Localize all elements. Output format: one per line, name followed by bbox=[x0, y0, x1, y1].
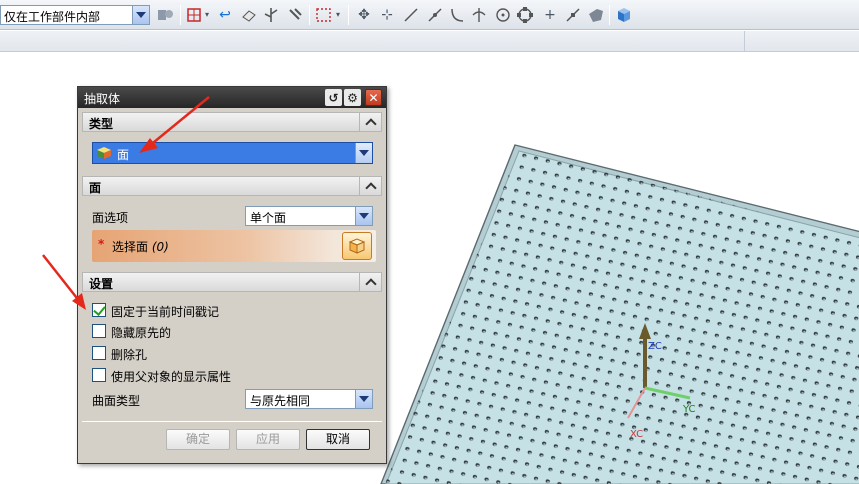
checkbox[interactable] bbox=[92, 324, 106, 338]
secondary-toolbar bbox=[0, 31, 859, 52]
type-value: 面 bbox=[117, 148, 130, 162]
ok-button[interactable]: 确定 bbox=[166, 429, 230, 450]
cube-icon bbox=[348, 238, 366, 254]
chevron-down-icon[interactable] bbox=[132, 6, 149, 24]
select-face-row[interactable]: * 选择面 (0) bbox=[92, 230, 376, 262]
line-icon[interactable] bbox=[402, 6, 420, 24]
section-header-face[interactable]: 面 bbox=[82, 176, 382, 196]
checkbox-label: 删除孔 bbox=[111, 348, 148, 362]
line-point-icon[interactable] bbox=[426, 6, 444, 24]
tangent-icon[interactable] bbox=[564, 6, 582, 24]
apply-button[interactable]: 应用 bbox=[236, 429, 300, 450]
collapse-icon[interactable] bbox=[359, 112, 381, 132]
dialog-titlebar[interactable]: 抽取体 ↺ ⚙ ✕ bbox=[78, 87, 386, 108]
chevron-down-icon[interactable] bbox=[355, 143, 372, 163]
footer-divider bbox=[82, 421, 382, 422]
surface-type-value: 与原先相同 bbox=[250, 394, 311, 408]
move-icon[interactable]: ⊹ bbox=[378, 6, 396, 24]
filter-scope-icon[interactable] bbox=[156, 6, 174, 24]
quadrant-icon[interactable] bbox=[516, 6, 534, 24]
extract-body-dialog: 抽取体 ↺ ⚙ ✕ 类型 面 面 面选项 单个面 * 选择面 (0) 设置 固定… bbox=[77, 86, 387, 464]
section-title: 面 bbox=[89, 181, 102, 195]
snap-select-icon[interactable] bbox=[186, 6, 204, 24]
section-header-type[interactable]: 类型 bbox=[82, 112, 382, 132]
selection-scope-value: 仅在工作部件内部 bbox=[4, 10, 101, 24]
chevron-down-icon[interactable] bbox=[355, 390, 372, 408]
zc-axis-label: ZC bbox=[648, 341, 662, 352]
surface-type-dropdown[interactable]: 与原先相同 bbox=[245, 389, 373, 409]
plus-point-icon[interactable]: + bbox=[541, 6, 559, 24]
arc-icon[interactable] bbox=[448, 6, 466, 24]
dialog-title: 抽取体 bbox=[84, 92, 121, 106]
select-face-button[interactable] bbox=[342, 232, 372, 260]
face-option-dropdown[interactable]: 单个面 bbox=[245, 206, 373, 226]
type-dropdown[interactable]: 面 bbox=[92, 142, 373, 164]
undo-icon[interactable]: ↩ bbox=[216, 6, 234, 24]
erase-icon[interactable] bbox=[240, 6, 258, 24]
reset-icon[interactable]: ↺ bbox=[325, 89, 342, 106]
checkbox[interactable] bbox=[92, 368, 106, 382]
face-type-icon bbox=[96, 146, 112, 160]
checkbox-label: 固定于当前时间戳记 bbox=[111, 305, 220, 319]
box-select-icon[interactable] bbox=[315, 6, 333, 24]
close-icon[interactable]: ✕ bbox=[365, 89, 382, 106]
section-title: 设置 bbox=[89, 277, 114, 291]
select-face-count: (0) bbox=[151, 240, 169, 254]
selection-scope-dropdown[interactable]: 仅在工作部件内部 bbox=[0, 5, 150, 25]
section-title: 类型 bbox=[89, 117, 114, 131]
checkbox-label: 使用父对象的显示属性 bbox=[111, 370, 232, 384]
checkbox[interactable] bbox=[92, 346, 106, 360]
section-header-settings[interactable]: 设置 bbox=[82, 272, 382, 292]
crosshair-icon[interactable]: ✥ bbox=[355, 6, 373, 24]
cancel-button[interactable]: 取消 bbox=[306, 429, 370, 450]
checkbox[interactable] bbox=[92, 303, 106, 317]
branch-icon[interactable] bbox=[262, 6, 280, 24]
checkbox-label: 隐藏原先的 bbox=[111, 326, 172, 340]
xc-axis-label: XC bbox=[630, 429, 643, 440]
required-marker: * bbox=[98, 237, 105, 251]
face-option-value: 单个面 bbox=[250, 211, 287, 225]
select-face-label: 选择面 bbox=[112, 240, 149, 254]
cube-icon[interactable] bbox=[615, 6, 633, 24]
deselect-icon[interactable] bbox=[286, 6, 304, 24]
chevron-down-icon[interactable] bbox=[355, 207, 372, 225]
surface-type-label: 曲面类型 bbox=[92, 394, 141, 408]
collapse-icon[interactable] bbox=[359, 176, 381, 196]
gear-icon[interactable]: ⚙ bbox=[344, 89, 361, 106]
chevron-down-icon[interactable]: ▾ bbox=[203, 6, 211, 24]
circle-center-icon[interactable] bbox=[494, 6, 512, 24]
collapse-icon[interactable] bbox=[359, 272, 381, 292]
chevron-down-icon[interactable]: ▾ bbox=[334, 6, 342, 24]
face-option-label: 面选项 bbox=[92, 211, 129, 225]
yc-axis-label: YC bbox=[682, 404, 696, 415]
intersection-icon[interactable] bbox=[470, 6, 488, 24]
face-icon[interactable] bbox=[587, 6, 605, 24]
selection-toolbar: 仅在工作部件内部 ▾ ↩ ▾ ✥ ⊹ + bbox=[0, 0, 859, 30]
